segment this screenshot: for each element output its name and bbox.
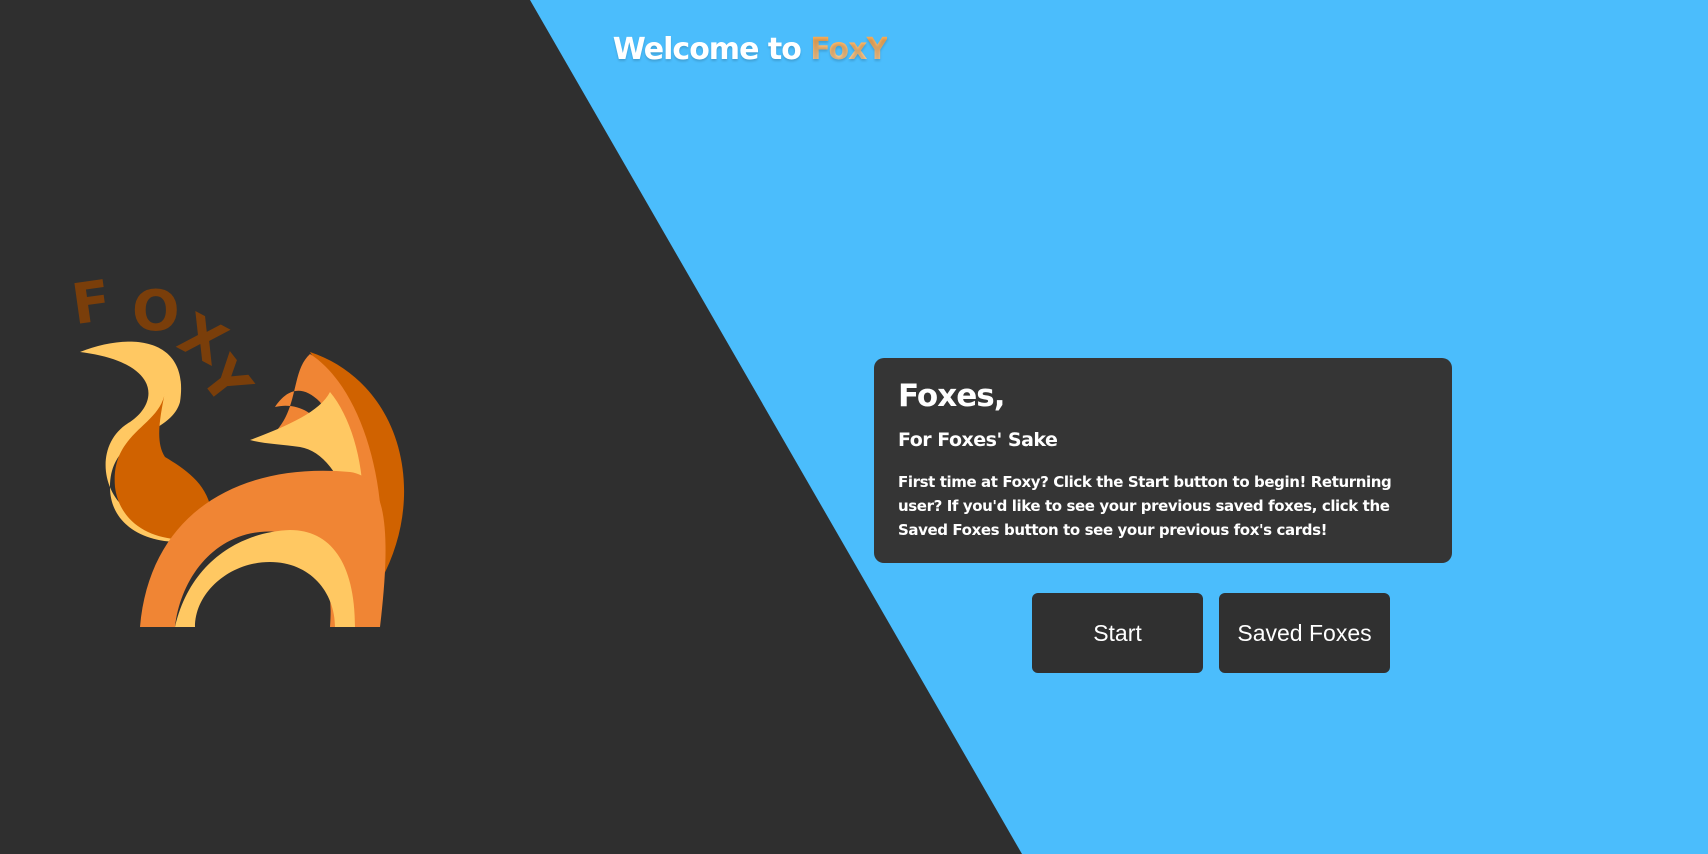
start-button[interactable]: Start bbox=[1032, 593, 1203, 673]
card-subtitle: For Foxes' Sake bbox=[898, 429, 1058, 451]
logo-letter-o: O bbox=[132, 279, 180, 344]
saved-foxes-button[interactable]: Saved Foxes bbox=[1219, 593, 1390, 673]
foxy-logo: F O X Y bbox=[70, 268, 405, 627]
landing-page: Welcome to FoxY F O X Y Foxes, For Foxes… bbox=[0, 0, 1708, 854]
welcome-heading: Welcome to FoxY bbox=[0, 32, 1500, 67]
welcome-prefix: Welcome to bbox=[612, 32, 811, 67]
card-title: Foxes, bbox=[898, 378, 1005, 414]
info-card: Foxes, For Foxes' Sake First time at Fox… bbox=[874, 358, 1452, 563]
card-description: First time at Foxy? Click the Start butt… bbox=[898, 473, 1392, 539]
logo-letter-f: F bbox=[70, 268, 115, 338]
brand-name: FoxY bbox=[810, 32, 888, 67]
